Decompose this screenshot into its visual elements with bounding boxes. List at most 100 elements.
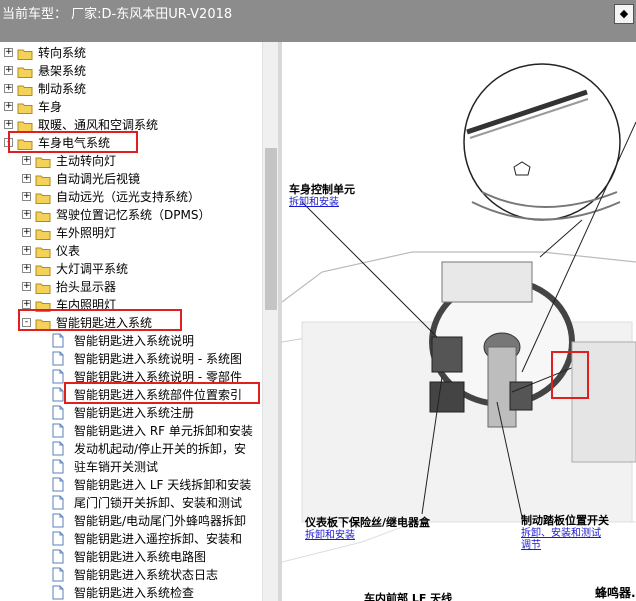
tree-item-label: 智能钥匙进入 RF 单元拆卸和安装 bbox=[74, 424, 253, 438]
expand-toggle-icon[interactable]: + bbox=[22, 282, 31, 291]
highlight-box-smart-key bbox=[18, 309, 182, 331]
tree-item-label: 驾驶位置记忆系统（DPMS） bbox=[56, 208, 211, 222]
tree-item-label: 智能钥匙进入系统说明 - 系统图 bbox=[74, 352, 242, 366]
tree-folder-item[interactable]: + 驾驶位置记忆系统（DPMS） bbox=[0, 206, 262, 224]
tree-page-item[interactable]: 智能钥匙进入系统说明 - 系统图 bbox=[0, 350, 262, 368]
tree-folder-item[interactable]: + 车外照明灯 bbox=[0, 224, 262, 242]
folder-icon bbox=[35, 191, 51, 204]
tree-page-item[interactable]: 智能钥匙进入系统检查 bbox=[0, 584, 262, 601]
tree-folder-item[interactable]: + 悬架系统 bbox=[0, 62, 262, 80]
tree-page-item[interactable]: 尾门门锁开关拆卸、安装和测试 bbox=[0, 494, 262, 512]
expand-toggle-icon[interactable]: + bbox=[22, 192, 31, 201]
tree-item-label: 悬架系统 bbox=[38, 64, 87, 78]
highlight-box-location-index bbox=[64, 382, 260, 404]
title-bar: 当前车型： 厂家:D-东风本田UR-V2018 ◆ bbox=[0, 0, 636, 42]
document-page-icon bbox=[52, 513, 64, 528]
folder-icon bbox=[17, 47, 33, 60]
tree-folder-item[interactable]: + 自动调光后视镜 bbox=[0, 170, 262, 188]
tree-item-label: 尾门门锁开关拆卸、安装和测试 bbox=[74, 496, 243, 510]
folder-icon bbox=[35, 281, 51, 294]
document-page-icon bbox=[52, 531, 64, 546]
folder-icon bbox=[35, 155, 51, 168]
tree-item-label: 转向系统 bbox=[38, 46, 87, 60]
tree-page-item[interactable]: 智能钥匙/电动尾门外蜂鸣器拆卸 bbox=[0, 512, 262, 530]
tree-item-label: 智能钥匙进入系统状态日志 bbox=[74, 568, 219, 582]
expand-toggle-icon[interactable]: + bbox=[4, 102, 13, 111]
tree-item-label: 车外照明灯 bbox=[56, 226, 117, 240]
document-page-icon bbox=[52, 423, 64, 438]
folder-icon bbox=[17, 83, 33, 96]
tree-item-label: 大灯调平系统 bbox=[56, 262, 129, 276]
tree-page-item[interactable]: 发动机起动/停止开关的拆卸，安 bbox=[0, 440, 262, 458]
tree-item-label: 智能钥匙进入系统注册 bbox=[74, 406, 195, 420]
folder-icon bbox=[35, 227, 51, 240]
tree-folder-item[interactable]: + 车身 bbox=[0, 98, 262, 116]
tree-page-item[interactable]: 智能钥匙进入 LF 天线拆卸和安装 bbox=[0, 476, 262, 494]
expand-toggle-icon[interactable]: + bbox=[22, 246, 31, 255]
document-page-icon bbox=[52, 387, 64, 402]
expand-toggle-icon[interactable]: + bbox=[22, 300, 31, 309]
tree-item-label: 主动转向灯 bbox=[56, 154, 117, 168]
tree-folder-item[interactable]: + 制动系统 bbox=[0, 80, 262, 98]
buzzer-caption: 蜂鸣器... bbox=[595, 586, 636, 600]
expand-toggle-icon[interactable]: + bbox=[4, 84, 13, 93]
expand-toggle-icon[interactable]: + bbox=[4, 66, 13, 75]
tree-item-label: 智能钥匙进入遥控拆卸、安装和 bbox=[74, 532, 243, 546]
tree-item-label: 发动机起动/停止开关的拆卸，安 bbox=[74, 442, 247, 456]
scrollbar-thumb[interactable] bbox=[265, 148, 277, 310]
tree-item-label: 智能钥匙/电动尾门外蜂鸣器拆卸 bbox=[74, 514, 247, 528]
brake-switch-adjust-link[interactable]: 调节 bbox=[521, 536, 541, 551]
tree-folder-item[interactable]: + 转向系统 bbox=[0, 44, 262, 62]
expand-toggle-icon[interactable]: + bbox=[22, 228, 31, 237]
tree-page-item[interactable]: 智能钥匙进入 RF 单元拆卸和安装 bbox=[0, 422, 262, 440]
expand-toggle-icon[interactable]: + bbox=[22, 210, 31, 219]
expand-toggle-icon[interactable]: + bbox=[22, 174, 31, 183]
tree-folder-item[interactable]: + 主动转向灯 bbox=[0, 152, 262, 170]
tree-page-item[interactable]: 智能钥匙进入系统状态日志 bbox=[0, 566, 262, 584]
folder-icon bbox=[35, 245, 51, 258]
document-page-icon bbox=[52, 333, 64, 348]
tree-item-label: 自动调光后视镜 bbox=[56, 172, 141, 186]
tree-folder-item[interactable]: + 自动远光（远光支持系统） bbox=[0, 188, 262, 206]
document-view: 车身控制单元 拆卸和安装 仪表板下保险丝/继电器盒 拆卸和安装 制动踏板位置开关… bbox=[282, 42, 636, 601]
document-page-icon bbox=[52, 441, 64, 456]
tree-item-label: 驻车销开关测试 bbox=[74, 460, 159, 474]
tree-page-item[interactable]: 智能钥匙进入系统注册 bbox=[0, 404, 262, 422]
tree-item-label: 自动远光（远光支持系统） bbox=[56, 190, 201, 204]
document-page-icon bbox=[52, 351, 64, 366]
fuse-box-link[interactable]: 拆卸和安装 bbox=[305, 526, 355, 541]
folder-icon bbox=[17, 119, 33, 132]
folder-icon bbox=[35, 173, 51, 186]
expand-toggle-icon[interactable]: + bbox=[22, 156, 31, 165]
body-control-module-link[interactable]: 拆卸和安装 bbox=[289, 193, 339, 208]
document-page-icon bbox=[52, 459, 64, 474]
panel-toggle-button[interactable]: ◆ bbox=[614, 4, 634, 24]
tree-item-label: 制动系统 bbox=[38, 82, 87, 96]
tree-folder-item[interactable]: + 大灯调平系统 bbox=[0, 260, 262, 278]
expand-toggle-icon[interactable]: + bbox=[4, 120, 13, 129]
highlight-box-body-electrical bbox=[8, 131, 138, 153]
document-page-icon bbox=[52, 549, 64, 564]
document-page-icon bbox=[52, 495, 64, 510]
tree-folder-item[interactable]: + 仪表 bbox=[0, 242, 262, 260]
tree-page-item[interactable]: 智能钥匙进入系统说明 bbox=[0, 332, 262, 350]
folder-icon bbox=[35, 209, 51, 222]
tree-item-label: 车身 bbox=[38, 100, 63, 114]
tree-folder-item[interactable]: + 抬头显示器 bbox=[0, 278, 262, 296]
tree-item-label: 仪表 bbox=[56, 244, 81, 258]
tree-page-item[interactable]: 智能钥匙进入遥控拆卸、安装和 bbox=[0, 530, 262, 548]
tree-page-item[interactable]: 智能钥匙进入系统电路图 bbox=[0, 548, 262, 566]
folder-icon bbox=[17, 101, 33, 114]
tree-page-item[interactable]: 驻车销开关测试 bbox=[0, 458, 262, 476]
tree-item-label: 智能钥匙进入系统检查 bbox=[74, 586, 195, 600]
document-page-icon bbox=[52, 585, 64, 600]
folder-icon bbox=[17, 65, 33, 78]
tree-item-label: 抬头显示器 bbox=[56, 280, 117, 294]
document-page-icon bbox=[52, 567, 64, 582]
tree-scrollbar[interactable] bbox=[262, 42, 279, 601]
expand-toggle-icon[interactable]: + bbox=[4, 48, 13, 57]
document-page-icon bbox=[52, 405, 64, 420]
expand-toggle-icon[interactable]: + bbox=[22, 264, 31, 273]
window-title: 当前车型： 厂家:D-东风本田UR-V2018 bbox=[2, 7, 233, 22]
document-page-icon bbox=[52, 477, 64, 492]
